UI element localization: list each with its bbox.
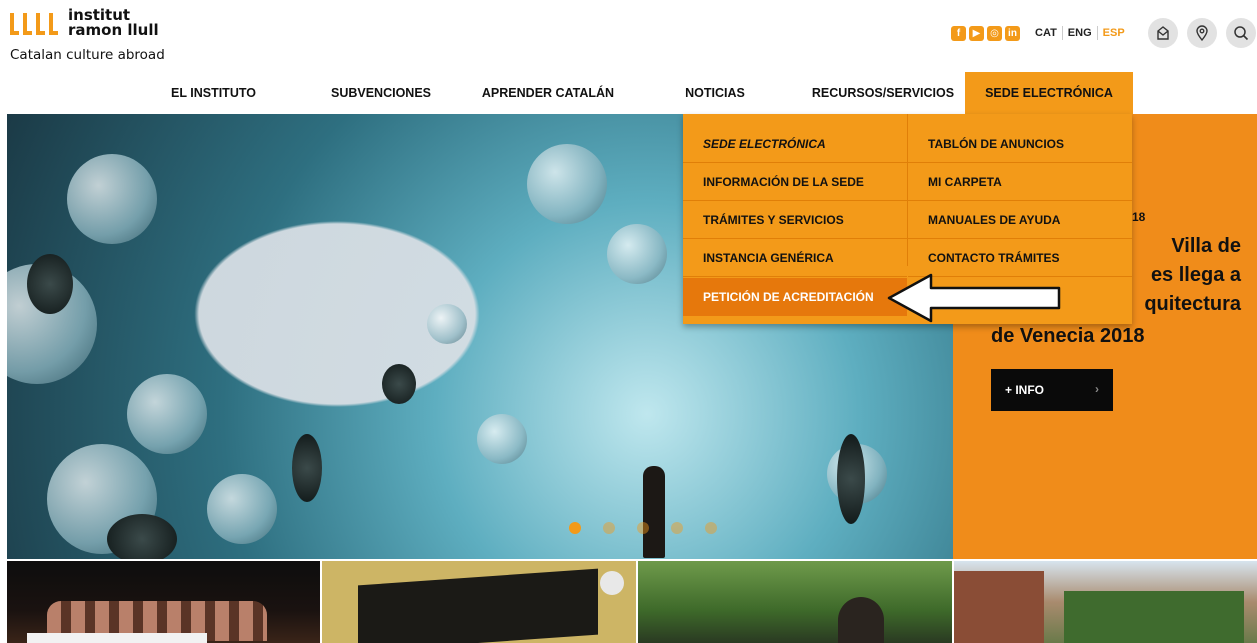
social-links: f ▶ ◎ in <box>951 26 1020 41</box>
slider-dot-1[interactable] <box>569 522 581 534</box>
logo-wordmark: institut ramon llull <box>68 8 159 38</box>
menu-item-mi-carpeta[interactable]: MI CARPETA <box>908 163 1132 201</box>
nav-noticias[interactable]: NOTICIAS <box>676 72 754 114</box>
more-info-button[interactable]: + INFO › <box>991 369 1113 411</box>
more-info-label: + INFO <box>1005 383 1045 397</box>
slider-dot-4[interactable] <box>671 522 683 534</box>
menu-item-peticion-acreditacion[interactable]: PETICIÓN DE ACREDITACIÓN <box>683 278 907 316</box>
nav-aprender-catalan[interactable]: APRENDER CATALÁN <box>470 72 626 114</box>
slider-dots <box>569 522 717 534</box>
logo-line-2: ramon llull <box>68 21 159 39</box>
nav-el-instituto[interactable]: EL INSTITUTO <box>150 72 277 114</box>
lang-eng[interactable]: ENG <box>1061 26 1097 40</box>
feature-title-line-4: de Venecia 2018 <box>991 325 1145 347</box>
menu-item-instancia-generica[interactable]: INSTANCIA GENÉRICA <box>683 239 907 277</box>
site-tagline: Catalan culture abroad <box>10 47 165 63</box>
language-switcher: CAT ENG ESP <box>1035 26 1130 40</box>
menu-item-informacion-sede[interactable]: INFORMACIÓN DE LA SEDE <box>683 163 907 201</box>
youtube-icon[interactable]: ▶ <box>969 26 984 41</box>
mailbox-icon <box>1157 26 1169 40</box>
menu-item-tablon-anuncios[interactable]: TABLÓN DE ANUNCIOS <box>908 125 1132 163</box>
logo-mark-icon <box>10 13 58 35</box>
news-thumbnails <box>7 561 1257 643</box>
location-button[interactable] <box>1187 18 1217 48</box>
lang-cat[interactable]: CAT <box>1035 26 1062 40</box>
thumbnail-street[interactable] <box>954 561 1257 643</box>
menu-item-manuales-ayuda[interactable]: MANUALES DE AYUDA <box>908 201 1132 239</box>
location-icon <box>1196 25 1208 41</box>
nav-recursos-servicios[interactable]: RECURSOS/SERVICIOS <box>808 72 958 114</box>
nav-subvenciones[interactable]: SUBVENCIONES <box>316 72 446 114</box>
thumbnail-forest[interactable] <box>638 561 952 643</box>
linkedin-icon[interactable]: in <box>1005 26 1020 41</box>
annotation-arrow-icon <box>887 273 1061 323</box>
slider-dot-2[interactable] <box>603 522 615 534</box>
main-nav: EL INSTITUTO SUBVENCIONES APRENDER CATAL… <box>0 72 1257 114</box>
slider-dot-5[interactable] <box>705 522 717 534</box>
menu-item-tramites-servicios[interactable]: TRÁMITES Y SERVICIOS <box>683 201 907 239</box>
feature-date: 18 <box>1132 210 1146 224</box>
site-logo[interactable]: institut ramon llull <box>10 8 159 38</box>
hero-person-silhouette <box>643 466 665 558</box>
search-button[interactable] <box>1226 18 1256 48</box>
facebook-icon[interactable]: f <box>951 26 966 41</box>
thumbnail-theatre[interactable] <box>7 561 320 643</box>
mailbox-button[interactable] <box>1148 18 1178 48</box>
thumbnail-poster[interactable] <box>322 561 636 643</box>
search-icon <box>1234 26 1249 41</box>
instagram-icon[interactable]: ◎ <box>987 26 1002 41</box>
nav-sede-electronica[interactable]: SEDE ELECTRÓNICA <box>965 72 1133 114</box>
slider-dot-3[interactable] <box>637 522 649 534</box>
chevron-right-icon: › <box>1095 382 1099 396</box>
menu-item-sede-electronica[interactable]: SEDE ELECTRÓNICA <box>683 125 907 163</box>
lang-esp[interactable]: ESP <box>1096 26 1130 40</box>
